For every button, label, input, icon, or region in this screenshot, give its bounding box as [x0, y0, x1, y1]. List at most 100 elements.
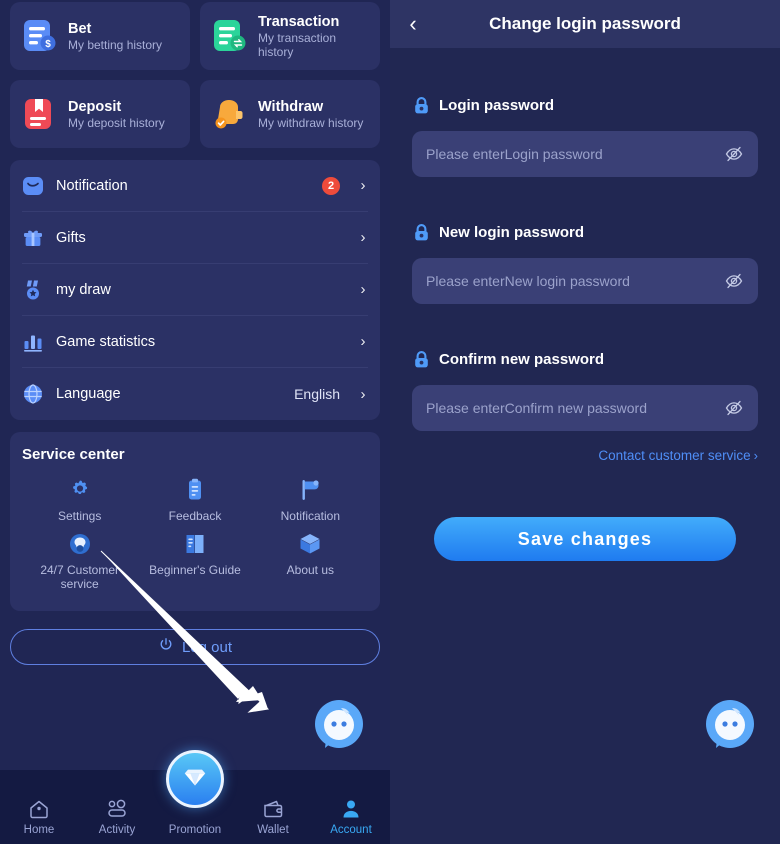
- promotion-fab[interactable]: [166, 750, 224, 808]
- save-changes-button[interactable]: Save changes: [434, 517, 736, 561]
- service-item-feedback[interactable]: Feedback: [137, 477, 252, 523]
- menu-item-label: Gifts: [56, 229, 86, 246]
- login-password-placeholder: Please enterLogin password: [426, 146, 603, 162]
- clipboard-icon: [182, 477, 208, 503]
- menu-item-label: Notification: [56, 177, 128, 194]
- menu-item-label: my draw: [56, 281, 111, 298]
- svg-text:$: $: [45, 39, 51, 50]
- book-icon: [182, 531, 208, 557]
- new-password-input[interactable]: Please enterNew login password: [412, 258, 758, 304]
- power-icon: [158, 637, 174, 657]
- eye-off-icon[interactable]: [724, 271, 744, 291]
- service-item-about-us[interactable]: About us: [253, 531, 368, 591]
- nav-item-promotion[interactable]: Promotion .: [156, 750, 234, 844]
- password-form: Login password Please enterLogin passwor…: [390, 48, 780, 561]
- quick-card-subtitle: My deposit history: [68, 115, 165, 130]
- logout-section: Log out: [10, 629, 380, 681]
- field-label: Confirm new password: [439, 350, 605, 368]
- chat-support-fab-right[interactable]: [704, 698, 756, 750]
- menu-item-game-statistics[interactable]: Game statistics ›: [22, 316, 368, 368]
- field-label-row: New login password: [412, 217, 758, 247]
- field-label-row: Login password: [412, 90, 758, 120]
- quick-card-bet[interactable]: $ Bet My betting history: [10, 2, 190, 70]
- quick-card-text: Withdraw My withdraw history: [258, 99, 363, 130]
- service-center-card: Service center Settings Feedback Notific…: [10, 432, 380, 611]
- quick-card-subtitle: My transaction history: [258, 30, 337, 59]
- contact-customer-service-row[interactable]: Contact customer service ›: [412, 448, 758, 463]
- menu-item-my-draw[interactable]: my draw ›: [22, 264, 368, 316]
- service-item-customer-service[interactable]: 24/7 Customer service: [22, 531, 137, 591]
- confirm-password-input[interactable]: Please enterConfirm new password: [412, 385, 758, 431]
- back-button[interactable]: ‹: [390, 13, 436, 35]
- nav-item-label: Account: [330, 824, 372, 836]
- wallet-icon: [262, 798, 284, 820]
- eye-off-icon[interactable]: [724, 398, 744, 418]
- field-label: New login password: [439, 223, 585, 241]
- menu-item-gifts[interactable]: Gifts ›: [22, 212, 368, 264]
- service-item-beginners-guide[interactable]: Beginner's Guide: [137, 531, 252, 591]
- bet-doc-icon: $: [20, 17, 58, 55]
- service-item-label: Beginner's Guide: [149, 563, 241, 577]
- menu-item-notification[interactable]: Notification 2 ›: [22, 160, 368, 212]
- page-header: ‹ Change login password: [390, 0, 780, 48]
- chevron-right-icon: ›: [360, 281, 366, 298]
- diamond-icon: [181, 764, 209, 795]
- quick-card-subtitle: My withdraw history: [258, 115, 364, 130]
- chevron-right-icon: ›: [360, 229, 366, 246]
- nav-item-label: Wallet: [257, 824, 289, 836]
- gift-icon: [22, 227, 44, 249]
- quick-card-text: Deposit My deposit history: [68, 99, 165, 130]
- menu-item-language[interactable]: Language English ›: [22, 368, 368, 420]
- cube-icon: [297, 531, 323, 557]
- quick-card-text: Bet My betting history: [68, 21, 162, 52]
- menu-item-label: Game statistics: [56, 333, 156, 350]
- deposit-book-icon: [20, 95, 58, 133]
- service-item-label: 24/7 Customer service: [40, 563, 120, 591]
- contact-customer-service-link[interactable]: Contact customer service: [598, 448, 750, 463]
- service-item-label: Settings: [57, 509, 102, 523]
- logout-button[interactable]: Log out: [10, 629, 380, 665]
- gear-icon: [67, 477, 93, 503]
- field-login-password: Login password Please enterLogin passwor…: [412, 48, 758, 177]
- quick-card-text: Transaction My transaction history: [258, 14, 368, 59]
- nav-item-home[interactable]: Home: [0, 798, 78, 844]
- chat-support-fab-left[interactable]: [313, 698, 365, 750]
- chevron-left-icon: ‹: [409, 11, 417, 36]
- change-password-panel: ‹ Change login password Login password P…: [390, 0, 780, 844]
- confirm-password-placeholder: Please enterConfirm new password: [426, 400, 647, 416]
- quick-card-title: Deposit: [68, 98, 122, 115]
- home-icon: [28, 798, 50, 820]
- globe-icon: [22, 383, 44, 405]
- quick-actions-grid: $ Bet My betting history Transaction My …: [10, 0, 380, 148]
- megaphone-icon: [297, 477, 323, 503]
- service-item-label: Feedback: [168, 509, 222, 523]
- nav-item-label: Activity: [98, 824, 136, 836]
- eye-off-icon[interactable]: [724, 144, 744, 164]
- quick-card-transaction[interactable]: Transaction My transaction history: [200, 2, 380, 70]
- chevron-right-icon: ›: [360, 177, 366, 194]
- menu-item-label: Language: [56, 386, 121, 402]
- service-item-notification[interactable]: Notification: [253, 477, 368, 523]
- nav-item-label: Home: [23, 824, 55, 836]
- bottom-navigation: Home Activity Promotion Wallet Account: [0, 750, 390, 844]
- logout-label: Log out: [181, 638, 233, 656]
- menu-item-value: English: [294, 386, 340, 402]
- chevron-right-icon: ›: [360, 385, 366, 403]
- service-item-settings[interactable]: Settings: [22, 477, 137, 523]
- nav-item-account[interactable]: Account: [312, 798, 390, 844]
- quick-card-deposit[interactable]: Deposit My deposit history: [10, 80, 190, 148]
- status-badge: 2: [322, 176, 340, 195]
- field-label-row: Confirm new password: [412, 344, 758, 374]
- app-root: $ Bet My betting history Transaction My …: [0, 0, 780, 844]
- quick-card-title: Withdraw: [258, 98, 324, 115]
- nav-item-wallet[interactable]: Wallet: [234, 798, 312, 844]
- transaction-doc-icon: [210, 17, 248, 55]
- field-new-password: New login password Please enterNew login…: [412, 177, 758, 304]
- field-label: Login password: [439, 96, 555, 114]
- login-password-input[interactable]: Please enterLogin password: [412, 131, 758, 177]
- withdraw-wallet-icon: [210, 95, 248, 133]
- lock-icon: [412, 223, 431, 242]
- quick-card-withdraw[interactable]: Withdraw My withdraw history: [200, 80, 380, 148]
- nav-item-activity[interactable]: Activity: [78, 798, 156, 844]
- lock-icon: [412, 96, 431, 115]
